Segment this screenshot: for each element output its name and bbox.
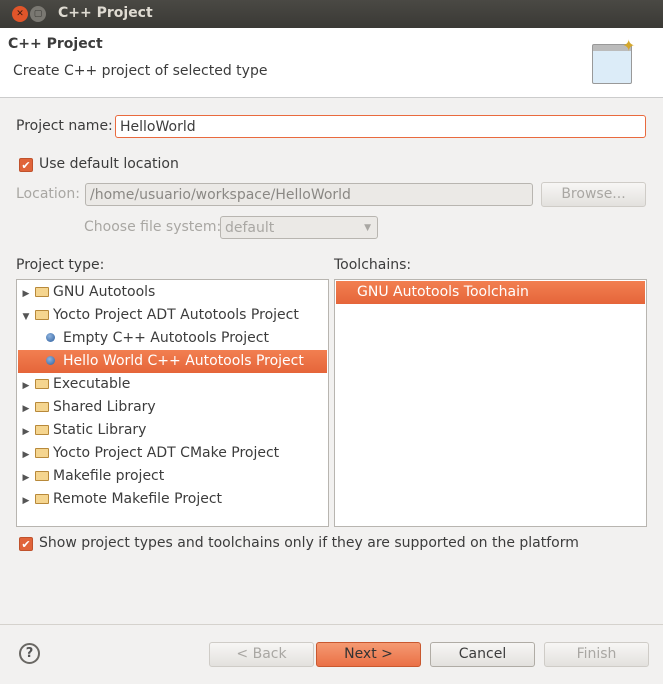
project-type-tree[interactable]: ▶ GNU Autotools ▼ Yocto Project ADT Autotoo… bbox=[16, 279, 329, 527]
window-title: C++ Project bbox=[58, 5, 153, 21]
tree-item[interactable]: ▶ Executable bbox=[18, 373, 327, 396]
title-bar: ✕ ▢ C++ Project bbox=[0, 0, 663, 28]
location-input[interactable]: /home/usuario/workspace/HelloWorld bbox=[85, 183, 533, 206]
show-supported-label: Show project types and toolchains only i… bbox=[39, 535, 579, 551]
tree-item-label: Yocto Project ADT CMake Project bbox=[53, 445, 280, 461]
collapsed-arrow-icon[interactable]: ▶ bbox=[19, 444, 33, 467]
folder-icon bbox=[35, 310, 49, 320]
collapsed-arrow-icon[interactable]: ▶ bbox=[19, 398, 33, 421]
collapsed-arrow-icon[interactable]: ▶ bbox=[19, 467, 33, 490]
show-supported-checkbox[interactable]: ✔ bbox=[19, 537, 33, 551]
tree-item-label: Shared Library bbox=[53, 399, 156, 415]
filesystem-select[interactable]: default ▼ bbox=[220, 216, 378, 239]
close-icon[interactable]: ✕ bbox=[12, 6, 28, 22]
project-name-input[interactable]: HelloWorld bbox=[115, 115, 646, 138]
maximize-icon[interactable]: ▢ bbox=[30, 6, 46, 22]
folder-icon bbox=[35, 448, 49, 458]
project-template-icon bbox=[46, 333, 55, 342]
toolchains-list[interactable]: GNU Autotools Toolchain bbox=[334, 279, 647, 527]
collapsed-arrow-icon[interactable]: ▶ bbox=[19, 283, 33, 306]
tree-item[interactable]: ▶ Remote Makefile Project bbox=[18, 488, 327, 511]
tree-item-label: Remote Makefile Project bbox=[53, 491, 223, 507]
folder-icon bbox=[35, 471, 49, 481]
tree-item[interactable]: ▶ Makefile project bbox=[18, 465, 327, 488]
wizard-header: C++ Project Create C++ project of select… bbox=[0, 28, 663, 98]
folder-icon bbox=[35, 287, 49, 297]
sparkle-icon: ✦ bbox=[622, 36, 636, 55]
collapsed-arrow-icon[interactable]: ▶ bbox=[19, 421, 33, 444]
folder-icon bbox=[35, 379, 49, 389]
collapsed-arrow-icon[interactable]: ▶ bbox=[19, 490, 33, 513]
tree-item[interactable]: Hello World C++ Autotools Project bbox=[18, 350, 327, 373]
tree-item-label: GNU Autotools bbox=[53, 284, 156, 300]
project-template-icon bbox=[46, 356, 55, 365]
use-default-location-label: Use default location bbox=[39, 156, 179, 172]
tree-item-label: Empty C++ Autotools Project bbox=[63, 330, 269, 346]
folder-icon bbox=[35, 402, 49, 412]
collapsed-arrow-icon[interactable]: ▶ bbox=[19, 375, 33, 398]
page-subtitle: Create C++ project of selected type bbox=[13, 63, 268, 79]
tree-item[interactable]: Empty C++ Autotools Project bbox=[18, 327, 327, 350]
folder-icon bbox=[35, 494, 49, 504]
project-name-label: Project name: bbox=[16, 118, 113, 134]
page-title: C++ Project bbox=[8, 36, 103, 52]
tree-item-label: Executable bbox=[53, 376, 131, 392]
tree-item[interactable]: ▶ Static Library bbox=[18, 419, 327, 442]
finish-button[interactable]: Finish bbox=[544, 642, 649, 667]
browse-button[interactable]: Browse... bbox=[541, 182, 646, 207]
filesystem-value: default bbox=[225, 220, 275, 236]
expanded-arrow-icon[interactable]: ▼ bbox=[19, 306, 33, 329]
use-default-location-checkbox[interactable]: ✔ bbox=[19, 158, 33, 172]
filesystem-label: Choose file system: bbox=[84, 219, 222, 235]
toolchains-label: Toolchains: bbox=[334, 257, 412, 273]
tree-item-label: Yocto Project ADT Autotools Project bbox=[53, 307, 299, 323]
tree-item[interactable]: ▶ Shared Library bbox=[18, 396, 327, 419]
next-button[interactable]: Next > bbox=[316, 642, 421, 667]
tree-item-label: Hello World C++ Autotools Project bbox=[63, 353, 304, 369]
tree-item[interactable]: ▼ Yocto Project ADT Autotools Project bbox=[18, 304, 327, 327]
tree-item-label: Makefile project bbox=[53, 468, 165, 484]
tree-item-label: Static Library bbox=[53, 422, 147, 438]
project-type-label: Project type: bbox=[16, 257, 105, 273]
divider bbox=[0, 624, 663, 625]
tree-item[interactable]: ▶ Yocto Project ADT CMake Project bbox=[18, 442, 327, 465]
toolchain-item[interactable]: GNU Autotools Toolchain bbox=[336, 281, 645, 304]
back-button[interactable]: < Back bbox=[209, 642, 314, 667]
chevron-down-icon: ▼ bbox=[364, 223, 371, 233]
cancel-button[interactable]: Cancel bbox=[430, 642, 535, 667]
location-label: Location: bbox=[16, 186, 80, 202]
tree-item[interactable]: ▶ GNU Autotools bbox=[18, 281, 327, 304]
folder-icon bbox=[35, 425, 49, 435]
help-icon[interactable]: ? bbox=[19, 643, 40, 664]
